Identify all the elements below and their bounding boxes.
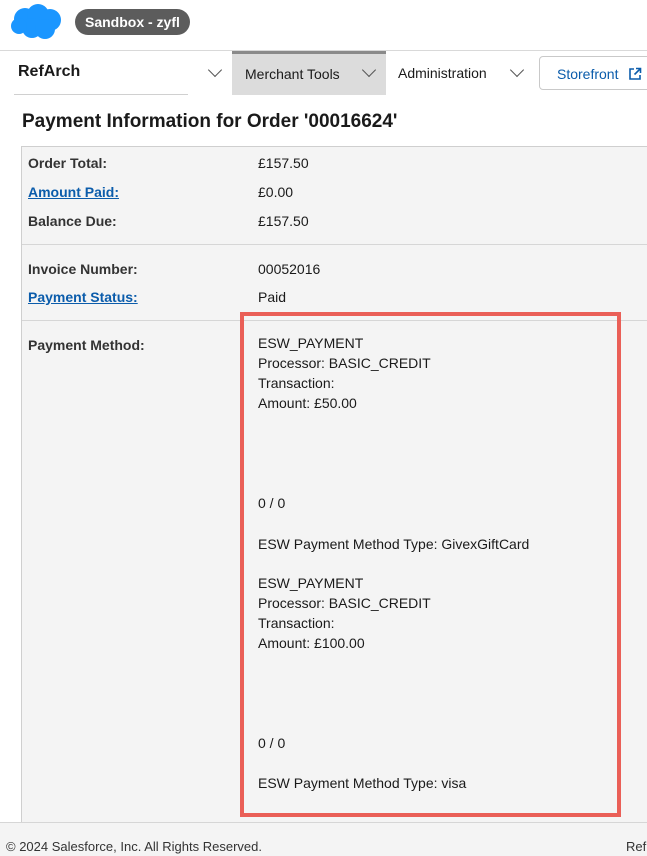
divider: [22, 244, 647, 245]
payment-method-label: Payment Method:: [28, 337, 145, 353]
balance-due-label: Balance Due:: [28, 213, 117, 229]
site-selector[interactable]: RefArch: [10, 51, 232, 95]
amount-paid-value: £0.00: [258, 184, 294, 200]
site-selector-label: RefArch: [18, 63, 81, 80]
top-bar: Sandbox - zyfl: [0, 0, 647, 50]
nav-administration-label: Administration: [398, 65, 487, 81]
footer-copyright: © 2024 Salesforce, Inc. All Rights Reser…: [6, 839, 262, 854]
salesforce-cloud-logo[interactable]: [10, 3, 64, 41]
storefront-button[interactable]: Storefront: [539, 56, 647, 90]
nav-administration[interactable]: Administration: [386, 51, 532, 95]
chevron-down-icon: [361, 62, 377, 78]
balance-due-value: £157.50: [258, 213, 309, 229]
nav-merchant-tools[interactable]: Merchant Tools: [232, 51, 386, 95]
payment-status-value: Paid: [258, 289, 287, 305]
chevron-down-icon: [509, 62, 525, 78]
invoice-number-value: 00052016: [258, 261, 321, 277]
chevron-down-icon: [207, 62, 223, 78]
order-total-label: Order Total:: [28, 155, 108, 171]
main-nav: RefArch Merchant Tools Administration St…: [0, 50, 647, 95]
site-selector-underline: [14, 94, 188, 95]
highlight-annotation-box: [240, 312, 621, 817]
nav-merchant-tools-label: Merchant Tools: [245, 66, 340, 82]
storefront-button-label: Storefront: [557, 66, 619, 82]
page-title: Payment Information for Order '00016624': [22, 111, 398, 132]
external-link-icon: [629, 67, 642, 80]
footer-right-text: Ref: [626, 839, 647, 854]
payment-status-link[interactable]: Payment Status:: [28, 289, 138, 305]
invoice-number-label: Invoice Number:: [28, 261, 138, 277]
amount-paid-link[interactable]: Amount Paid:: [28, 184, 119, 200]
sandbox-badge: Sandbox - zyfl: [75, 9, 190, 35]
footer: © 2024 Salesforce, Inc. All Rights Reser…: [0, 822, 647, 856]
order-total-value: £157.50: [258, 155, 309, 171]
